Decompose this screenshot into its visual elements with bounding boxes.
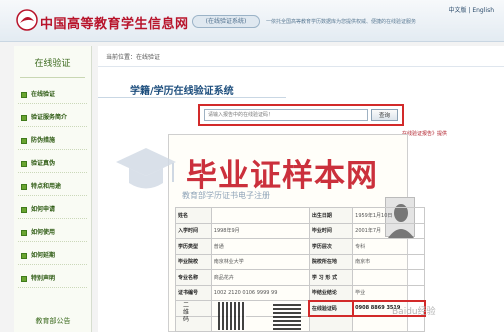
table-cell: 2001年7月 — [352, 222, 425, 239]
sidebar-item-label: 验证服务简介 — [31, 114, 68, 121]
table-cell — [175, 315, 212, 332]
sidebar-item-label: 如何延期 — [31, 252, 56, 259]
bullet-icon — [21, 138, 27, 144]
corner-watermark: Baidu经验 — [392, 307, 436, 317]
system-name-badge: (在线验证系统) — [192, 15, 260, 28]
bullet-icon — [21, 92, 27, 98]
table-cell — [352, 269, 425, 286]
sidebar: 在线验证 在线验证 验证服务简介 防伪措施 验证真伪 特点和用途 如何申请 如何… — [14, 46, 92, 332]
page-title: 学籍/学历在线验证系统 — [130, 86, 234, 97]
language-switch: 中文版 | English — [448, 5, 494, 14]
table-cell: 姓名 — [175, 207, 212, 224]
table-row: 毕业院校 南京林业大学 院校所在地 南京市 — [175, 253, 425, 270]
sidebar-item-label: 在线验证 — [31, 91, 56, 98]
sidebar-item-label: 如何申请 — [31, 206, 56, 213]
logo-icon — [16, 9, 38, 31]
sidebar-item-label: 如何使用 — [31, 229, 56, 236]
table-cell: 学历层次 — [308, 238, 354, 255]
table-cell — [352, 315, 425, 332]
barcode-icon — [273, 302, 301, 330]
breadcrumb: 当前位置：在线验证 — [106, 54, 161, 61]
bullet-icon — [21, 276, 27, 282]
sidebar-item-how-use[interactable]: 如何使用 — [18, 224, 87, 242]
table-cell: 毕业院校 — [175, 253, 212, 270]
table-cell: 毕业时间 — [308, 222, 354, 239]
table-cell: 专业名称 — [175, 269, 212, 286]
watermark-text: 毕业证样本网 — [186, 158, 378, 194]
bullet-icon — [21, 230, 27, 236]
lang-english-link[interactable]: English — [472, 7, 494, 14]
verify-code-label: 在线验证码 — [308, 299, 354, 317]
table-row: 专业名称 商品花卉 学 习 形 式 — [175, 269, 425, 286]
table-row: 姓名 出生日期 1959年1月10日 — [175, 207, 425, 224]
sidebar-item-online-verify[interactable]: 在线验证 — [18, 86, 87, 104]
table-cell: 毕结业结论 — [308, 284, 354, 301]
watermark-subtext: 教育部学历证书电子注册 — [182, 191, 270, 200]
table-row: 证书编号 1002 2120 0106 9999 99 毕结业结论 毕业 — [175, 284, 425, 301]
table-cell: 学历类型 — [175, 238, 212, 255]
site-title: 中国高等教育学生信息网 — [40, 17, 189, 32]
bullet-icon — [21, 253, 27, 259]
bullet-icon — [21, 207, 27, 213]
table-cell: 1998年9月 — [210, 222, 310, 239]
sidebar-item-service-intro[interactable]: 验证服务简介 — [18, 109, 87, 127]
graduation-cap-icon — [116, 148, 176, 189]
table-cell: 专科 — [352, 238, 425, 255]
table-cell — [175, 300, 212, 317]
table-cell: 出生日期 — [308, 207, 354, 224]
table-cell: 院校所在地 — [308, 253, 354, 270]
sidebar-item-verify-authenticity[interactable]: 验证真伪 — [18, 155, 87, 173]
table-cell: 1959年1月10日 — [352, 207, 425, 224]
table-cell — [210, 207, 310, 224]
table-cell: 南京林业大学 — [210, 253, 310, 270]
report-link[interactable]: 在线验证报告》提供 — [402, 130, 447, 137]
table-cell: 普通 — [210, 238, 310, 255]
sidebar-item-label: 特点和用途 — [31, 183, 62, 190]
table-cell: 毕业 — [352, 284, 425, 301]
title-divider — [98, 97, 286, 98]
verify-search-bar: 查询 — [198, 104, 404, 126]
sidebar-item-label: 特别声明 — [31, 275, 56, 282]
query-button[interactable]: 查询 — [371, 109, 398, 121]
site-header: 中国高等教育学生信息网 (在线验证系统) 一依托全国高等教育学历数据库为您提供权… — [0, 0, 504, 42]
sidebar-item-label: 防伪措施 — [31, 137, 56, 144]
sidebar-item-how-extend[interactable]: 如何延期 — [18, 247, 87, 265]
lang-chinese-link[interactable]: 中文版 — [448, 7, 466, 14]
qr-section-label: 二维码 — [183, 302, 190, 323]
table-cell: 商品花卉 — [210, 269, 310, 286]
sidebar-title: 在线验证 — [20, 52, 85, 78]
site-slogan: 一依托全国高等教育学历数据库为您提供权威、便捷的在线验证服务 — [266, 19, 417, 25]
table-row: 学历类型 普通 学历层次 专科 — [175, 238, 425, 255]
sidebar-item-features[interactable]: 特点和用途 — [18, 178, 87, 196]
table-cell: 南京市 — [352, 253, 425, 270]
qr-code-icon — [218, 302, 246, 330]
verify-code-input[interactable] — [204, 109, 368, 121]
sidebar-item-statement[interactable]: 特别声明 — [18, 270, 87, 288]
bullet-icon — [21, 184, 27, 190]
table-cell: 入学时间 — [175, 222, 212, 239]
bullet-icon — [21, 115, 27, 121]
sidebar-item-how-apply[interactable]: 如何申请 — [18, 201, 87, 219]
table-cell: 证书编号 — [175, 284, 212, 301]
table-cell — [308, 315, 354, 332]
divider — [98, 66, 504, 67]
sidebar-footer-title: 教育部公告 — [35, 317, 71, 325]
table-cell: 1002 2120 0106 9999 99 — [210, 284, 310, 301]
sidebar-item-label: 验证真伪 — [31, 160, 56, 167]
table-cell: 学 习 形 式 — [308, 269, 354, 286]
table-row: 入学时间 1998年9月 毕业时间 2001年7月 — [175, 222, 425, 239]
bullet-icon — [21, 161, 27, 167]
sidebar-item-anti-fake[interactable]: 防伪措施 — [18, 132, 87, 150]
